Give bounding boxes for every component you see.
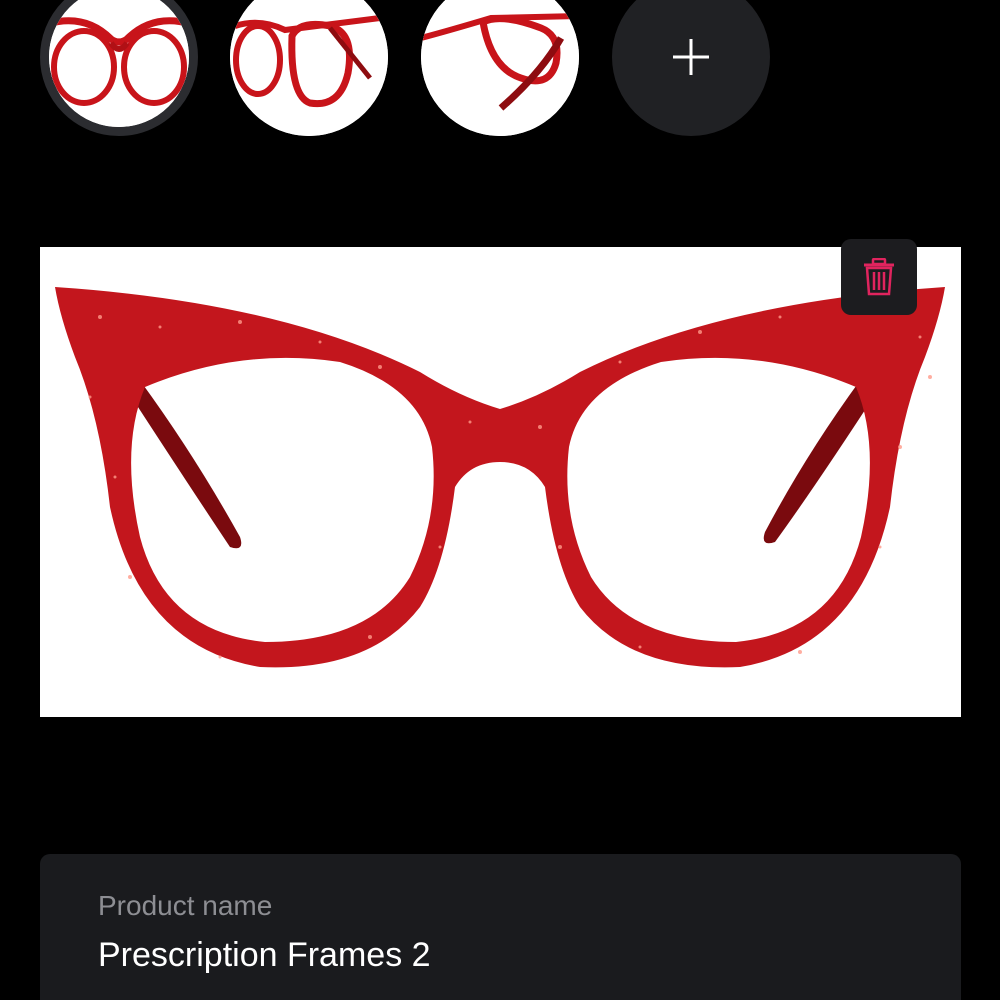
product-name-label: Product name <box>98 890 273 921</box>
red-cat-eye-glasses-image <box>40 247 961 717</box>
trash-icon <box>864 258 894 296</box>
add-photo-button[interactable] <box>612 0 770 136</box>
plus-icon <box>673 39 709 75</box>
product-name-field[interactable]: Product name Prescription Frames 2 <box>40 854 961 1000</box>
main-product-image <box>40 247 961 717</box>
thumbnail-side[interactable] <box>421 0 579 136</box>
glasses-angle-image <box>230 0 388 136</box>
photo-editor-screen: Product name Prescription Frames 2 <box>0 0 1000 1000</box>
product-name-input[interactable]: Prescription Frames 2 <box>98 936 898 975</box>
glasses-side-image <box>421 0 579 136</box>
glasses-front-image <box>49 0 189 127</box>
thumbnail-front[interactable] <box>40 0 198 136</box>
thumbnail-angle[interactable] <box>230 0 388 136</box>
delete-photo-button[interactable] <box>841 239 917 315</box>
